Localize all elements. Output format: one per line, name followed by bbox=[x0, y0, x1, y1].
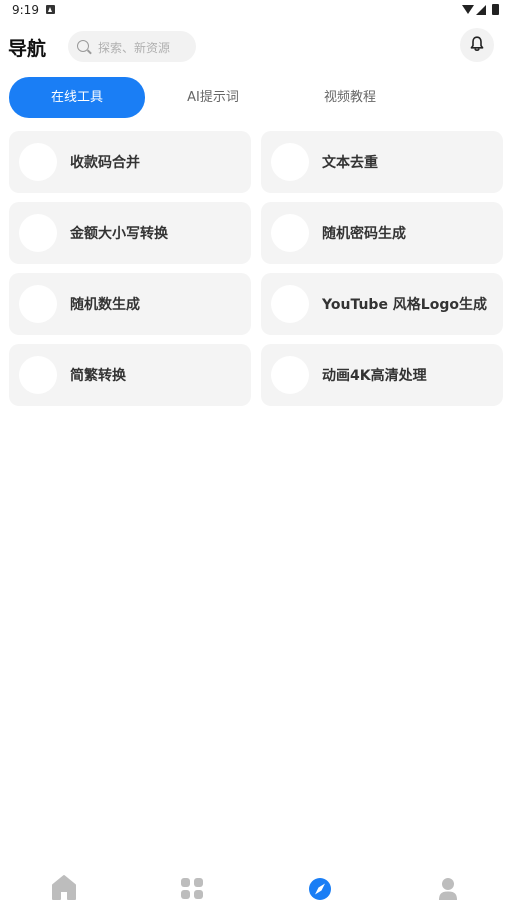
tool-label: 随机密码生成 bbox=[322, 226, 406, 242]
screen: 9:19 导航 探索、新资源 在线工具 AI提示词 视频教程 收款码合并 文本去… bbox=[0, 0, 512, 910]
tool-label: 简繁转换 bbox=[70, 368, 126, 384]
home-icon bbox=[52, 875, 76, 900]
tool-card-amount-case[interactable]: 金额大小写转换 bbox=[9, 202, 251, 264]
tool-label: 动画4K高清处理 bbox=[322, 368, 427, 384]
tool-icon bbox=[271, 285, 309, 323]
apps-icon bbox=[181, 878, 203, 899]
nav-apps[interactable] bbox=[172, 866, 212, 906]
tab-video-tutorials[interactable]: 视频教程 bbox=[298, 77, 402, 118]
tool-icon bbox=[19, 143, 57, 181]
tool-icon bbox=[19, 356, 57, 394]
tool-label: 金额大小写转换 bbox=[70, 226, 168, 242]
search-input[interactable]: 探索、新资源 bbox=[68, 31, 196, 62]
notification-button[interactable] bbox=[460, 28, 494, 62]
tool-icon bbox=[271, 356, 309, 394]
tool-card-simp-trad[interactable]: 简繁转换 bbox=[9, 344, 251, 406]
bottom-nav bbox=[0, 858, 512, 910]
nav-home[interactable] bbox=[44, 866, 84, 906]
search-icon bbox=[77, 40, 89, 52]
tool-card-random-password[interactable]: 随机密码生成 bbox=[261, 202, 503, 264]
bell-icon bbox=[470, 36, 484, 51]
tool-label: 随机数生成 bbox=[70, 297, 140, 313]
status-bar: 9:19 bbox=[0, 0, 512, 22]
tool-label: 文本去重 bbox=[322, 155, 378, 171]
tool-icon bbox=[19, 214, 57, 252]
notification-icon bbox=[46, 5, 55, 14]
header: 导航 探索、新资源 bbox=[0, 28, 512, 66]
nav-profile[interactable] bbox=[428, 866, 468, 906]
battery-icon bbox=[492, 4, 499, 15]
tab-online-tools[interactable]: 在线工具 bbox=[9, 77, 145, 118]
tool-icon bbox=[271, 143, 309, 181]
search-placeholder: 探索、新资源 bbox=[98, 41, 171, 55]
tool-icon bbox=[19, 285, 57, 323]
tool-card-anime-4k[interactable]: 动画4K高清处理 bbox=[261, 344, 503, 406]
tool-card-qr-merge[interactable]: 收款码合并 bbox=[9, 131, 251, 193]
signal-icon bbox=[476, 5, 486, 15]
wifi-icon bbox=[462, 5, 474, 14]
nav-discover[interactable] bbox=[300, 866, 340, 906]
tool-label: YouTube 风格Logo生成 bbox=[322, 297, 487, 313]
tab-bar: 在线工具 AI提示词 视频教程 bbox=[0, 77, 512, 119]
profile-icon bbox=[439, 878, 457, 900]
tool-label: 收款码合并 bbox=[70, 155, 140, 171]
tool-card-text-dedupe[interactable]: 文本去重 bbox=[261, 131, 503, 193]
tool-icon bbox=[271, 214, 309, 252]
tool-card-random-number[interactable]: 随机数生成 bbox=[9, 273, 251, 335]
page-title: 导航 bbox=[8, 38, 47, 60]
tab-ai-prompts[interactable]: AI提示词 bbox=[160, 77, 266, 118]
status-time: 9:19 bbox=[12, 3, 39, 17]
tool-card-youtube-logo[interactable]: YouTube 风格Logo生成 bbox=[261, 273, 503, 335]
compass-icon bbox=[309, 878, 331, 900]
